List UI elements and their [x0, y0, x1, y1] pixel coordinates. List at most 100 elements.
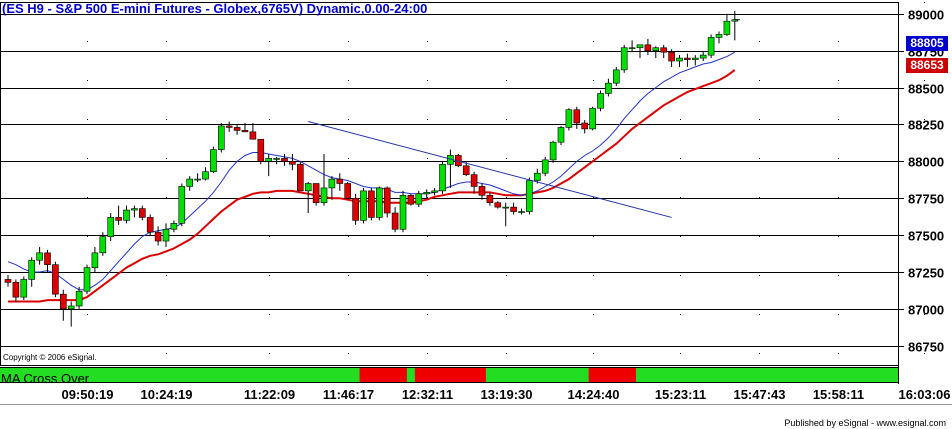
plot-area[interactable]: [0, 2, 899, 366]
candle-up: [652, 47, 660, 51]
ma-cross-segment-up: [533, 368, 581, 382]
candle-up: [91, 252, 99, 268]
candle-down: [344, 183, 352, 199]
candle-down: [281, 158, 288, 162]
candle-up: [75, 290, 83, 307]
candle-down: [257, 138, 265, 162]
x-tick-label: 10:24:19: [140, 387, 192, 402]
ma-cross-segment-up: [406, 368, 415, 382]
candle-down: [146, 217, 154, 233]
candle-down: [573, 109, 581, 124]
candle-up: [320, 187, 328, 203]
candle-down: [225, 125, 233, 128]
candle-up: [565, 109, 573, 128]
candle-up: [170, 223, 178, 230]
candle-up: [620, 47, 628, 71]
candle-up: [707, 37, 715, 56]
candle-up: [123, 209, 130, 221]
candle-down: [407, 195, 415, 205]
x-tick-label: 14:24:40: [567, 387, 619, 402]
candle-down: [510, 206, 517, 212]
candle-down: [644, 44, 652, 51]
candle-down: [115, 217, 122, 221]
candle-down: [581, 122, 589, 130]
candle-up: [186, 178, 193, 187]
x-tick-label: 11:46:17: [323, 387, 374, 402]
candle-down: [289, 161, 296, 165]
candle-down: [660, 47, 668, 53]
candle-down: [478, 186, 486, 196]
x-tick-label: 12:32:11: [402, 387, 453, 402]
y-tick-label: 87500: [908, 229, 944, 244]
candle-down: [59, 293, 67, 310]
y-tick-label: 87750: [908, 192, 944, 207]
candle-up: [557, 127, 565, 143]
candle-up: [628, 47, 636, 50]
candle-down: [12, 282, 20, 298]
x-tick-label: 16:03:06: [898, 387, 950, 402]
candle-up: [723, 20, 731, 35]
ma-cross-segment-down: [414, 368, 486, 382]
candle-down: [352, 197, 359, 221]
ma-cross-over-label: MA Cross Over: [1, 371, 90, 386]
candle-down: [494, 202, 502, 208]
candle-up: [131, 208, 138, 211]
candle-up: [431, 190, 438, 193]
candle-up: [518, 211, 525, 213]
candle-up: [533, 172, 541, 181]
candle-up: [541, 159, 549, 174]
candle-up: [502, 206, 510, 209]
candle-down: [4, 279, 12, 283]
published-by-text: Published by eSignal - www.esignal.com: [784, 418, 946, 428]
chart-title: (ES H9 - S&P 500 E-mini Futures - Globex…: [2, 1, 428, 16]
x-tick-label: 11:22:09: [244, 387, 295, 402]
candle-down: [249, 131, 257, 140]
candle-down: [668, 51, 675, 62]
candle-down: [336, 178, 344, 184]
candle-up: [202, 171, 209, 180]
candle-up: [218, 125, 225, 150]
x-tick-label: 13:19:30: [480, 387, 532, 402]
candle-up: [439, 164, 446, 192]
candle-up: [99, 236, 107, 254]
candle-down: [154, 231, 162, 242]
ma-cross-segment-up: [485, 368, 534, 382]
candle-up: [36, 252, 43, 261]
candle-up: [194, 178, 201, 181]
candle-down: [462, 165, 470, 175]
y-tick-label: 88500: [908, 82, 944, 97]
candle-up: [399, 195, 407, 230]
y-tick-label: 89000: [908, 8, 944, 23]
ma-cross-segment-up: [114, 368, 360, 382]
candle-up: [597, 93, 604, 109]
candle-down: [296, 164, 304, 192]
y-tick-label: 88000: [908, 155, 944, 170]
candle-down: [52, 264, 59, 295]
candle-up: [162, 228, 170, 242]
candle-up: [20, 279, 28, 298]
candle-up: [715, 34, 723, 38]
candle-down: [241, 130, 249, 133]
y-tick-label: 87250: [908, 266, 944, 281]
price-chart[interactable]: 8900088750885008825088000877508750087250…: [0, 0, 952, 429]
candle-up: [107, 217, 114, 237]
y-tick-label: 87000: [908, 303, 944, 318]
candle-down: [139, 208, 146, 218]
candle-up: [699, 54, 707, 59]
x-tick-label: 09:50:19: [61, 387, 113, 402]
price-tag-slow: 88653: [906, 58, 948, 73]
candle-up: [28, 259, 36, 280]
candle-down: [368, 190, 375, 218]
candle-up: [605, 82, 612, 94]
candle-down: [684, 57, 691, 60]
candle-up: [589, 107, 596, 130]
ma-cross-segment-down: [359, 368, 407, 382]
candle-down: [312, 183, 320, 203]
candle-down: [391, 212, 399, 230]
candle-up: [360, 190, 367, 221]
candle-up: [304, 183, 312, 192]
candle-up: [273, 158, 280, 160]
candle-up: [178, 186, 186, 224]
candle-up: [415, 193, 423, 205]
copyright-text: Copyright © 2006 eSignal.: [3, 353, 97, 362]
